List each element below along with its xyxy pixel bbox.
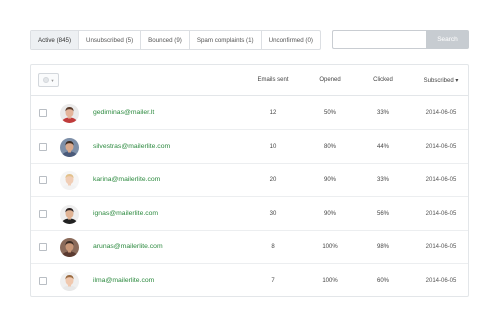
subscribers-table: ▼ Emails sent Opened Clicked Subscribed …	[30, 64, 469, 297]
subscribed-date: 2014-06-05	[425, 177, 457, 183]
clicked-value: 98%	[376, 244, 389, 250]
clicked-value: 56%	[376, 210, 389, 217]
avatar	[60, 238, 79, 257]
tab-unsubscribed[interactable]: Unsubscribed (5)	[79, 31, 142, 49]
emails-sent-value: 30	[269, 210, 277, 217]
subscriber-email-link[interactable]: ilma@mailerlite.com	[93, 277, 154, 284]
avatar	[60, 171, 79, 190]
emails-sent-value: 20	[269, 177, 277, 183]
opened-value: 100%	[322, 277, 338, 284]
subscriber-email-link[interactable]: silvestras@mailerlite.com	[93, 143, 170, 150]
clicked-value: 33%	[376, 110, 389, 116]
clicked-value: 44%	[376, 143, 389, 150]
table-row: gediminas@mailer.lt 12 50% 33% 2014-06-0…	[31, 97, 468, 130]
opened-value: 90%	[323, 177, 336, 183]
table-row: silvestras@mailerlite.com 10 80% 44% 201…	[31, 131, 468, 164]
emails-sent-value: 7	[271, 277, 275, 284]
header-subscribed-sort[interactable]: Subscribed ▾	[415, 77, 467, 84]
subscriber-email-link[interactable]: gediminas@mailer.lt	[93, 109, 154, 116]
row-checkbox[interactable]	[39, 142, 47, 151]
subscribed-date: 2014-06-05	[425, 277, 457, 284]
subscribed-date: 2014-06-05	[425, 244, 457, 250]
tab-unconfirmed[interactable]: Unconfirmed (0)	[262, 31, 320, 49]
table-row: arunas@mailerlite.com 8 100% 98% 2014-06…	[31, 231, 468, 264]
header-emails-sent: Emails sent	[257, 77, 289, 83]
opened-value: 90%	[323, 210, 336, 217]
emails-sent-value: 8	[271, 244, 275, 250]
select-all-dropdown[interactable]: ▼	[38, 73, 59, 87]
subscriber-email-link[interactable]: arunas@mailerlite.com	[93, 243, 163, 250]
avatar	[60, 271, 79, 291]
emails-sent-value: 10	[269, 143, 277, 150]
header-clicked: Clicked	[373, 77, 393, 83]
clicked-value: 60%	[376, 277, 389, 284]
subscriber-email-link[interactable]: karina@mailerlite.com	[93, 176, 160, 183]
subscribed-date: 2014-06-05	[425, 110, 457, 116]
clicked-value: 33%	[376, 177, 389, 183]
search-bar: Search	[332, 30, 469, 49]
opened-value: 50%	[323, 110, 336, 116]
avatar	[60, 204, 79, 224]
opened-value: 80%	[323, 143, 336, 150]
search-input[interactable]	[332, 30, 426, 49]
search-button[interactable]: Search	[426, 30, 469, 49]
chevron-down-icon: ▼	[50, 77, 55, 83]
subscriber-email-link[interactable]: ignas@mailerlite.com	[93, 210, 158, 217]
status-tabs: Active (845) Unsubscribed (5) Bounced (9…	[30, 30, 321, 50]
row-checkbox[interactable]	[39, 276, 47, 285]
header-opened: Opened	[319, 77, 341, 83]
table-row: karina@mailerlite.com 20 90% 33% 2014-06…	[31, 164, 468, 197]
avatar	[60, 137, 79, 157]
row-checkbox[interactable]	[39, 243, 47, 251]
tab-active[interactable]: Active (845)	[31, 31, 80, 49]
table-row: ilma@mailerlite.com 7 100% 60% 2014-06-0…	[31, 265, 468, 298]
row-checkbox[interactable]	[39, 176, 47, 184]
emails-sent-value: 12	[269, 110, 277, 116]
opened-value: 100%	[322, 244, 338, 250]
table-row: ignas@mailerlite.com 30 90% 56% 2014-06-…	[31, 198, 468, 231]
table-header: ▼ Emails sent Opened Clicked Subscribed …	[31, 65, 468, 96]
row-checkbox[interactable]	[39, 209, 47, 218]
tab-bounced[interactable]: Bounced (9)	[141, 31, 190, 49]
subscribed-date: 2014-06-05	[425, 143, 457, 150]
checkbox-dropdown-icon	[42, 77, 49, 83]
avatar	[60, 104, 79, 123]
row-checkbox[interactable]	[39, 109, 47, 117]
subscribed-date: 2014-06-05	[425, 210, 457, 217]
tab-spam-complaints[interactable]: Spam complaints (1)	[190, 31, 262, 49]
